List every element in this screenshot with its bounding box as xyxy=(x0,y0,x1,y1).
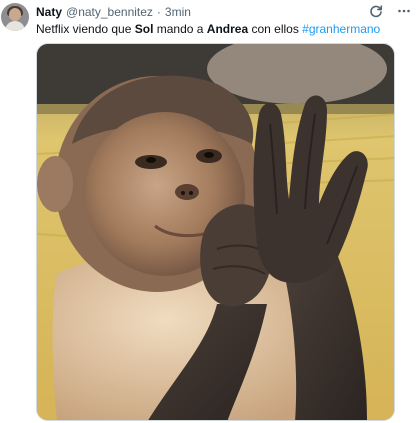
profile-avatar[interactable] xyxy=(1,3,29,31)
tweet-photo[interactable] xyxy=(36,43,395,421)
tweet-timestamp[interactable]: 3min xyxy=(165,5,191,19)
tweet-text: Netflix viendo que Sol mando a Andrea co… xyxy=(36,22,380,36)
tweet-text-part: con ellos xyxy=(248,22,303,36)
avatar-body xyxy=(5,21,25,31)
refresh-icon[interactable] xyxy=(368,3,384,19)
mention-sol: Sol xyxy=(134,22,154,36)
author-name[interactable]: Naty xyxy=(36,5,62,19)
hashtag-link[interactable]: #granhermano xyxy=(302,22,380,36)
tweet[interactable]: Naty @naty_bennitez · 3min Netflix viend… xyxy=(0,0,420,423)
avatar-face xyxy=(9,8,21,21)
mention-andrea: Andrea xyxy=(206,22,249,36)
tweet-text-part: Netflix viendo que xyxy=(36,22,135,36)
tweet-text-part: mando a xyxy=(153,22,207,36)
header-separator: · xyxy=(156,4,161,19)
more-icon[interactable] xyxy=(396,3,412,19)
monkey-photo xyxy=(37,44,394,420)
author-handle[interactable]: @naty_bennitez xyxy=(66,5,153,19)
tweet-actions xyxy=(368,3,412,19)
tweet-header: Naty @naty_bennitez · 3min xyxy=(36,4,191,19)
